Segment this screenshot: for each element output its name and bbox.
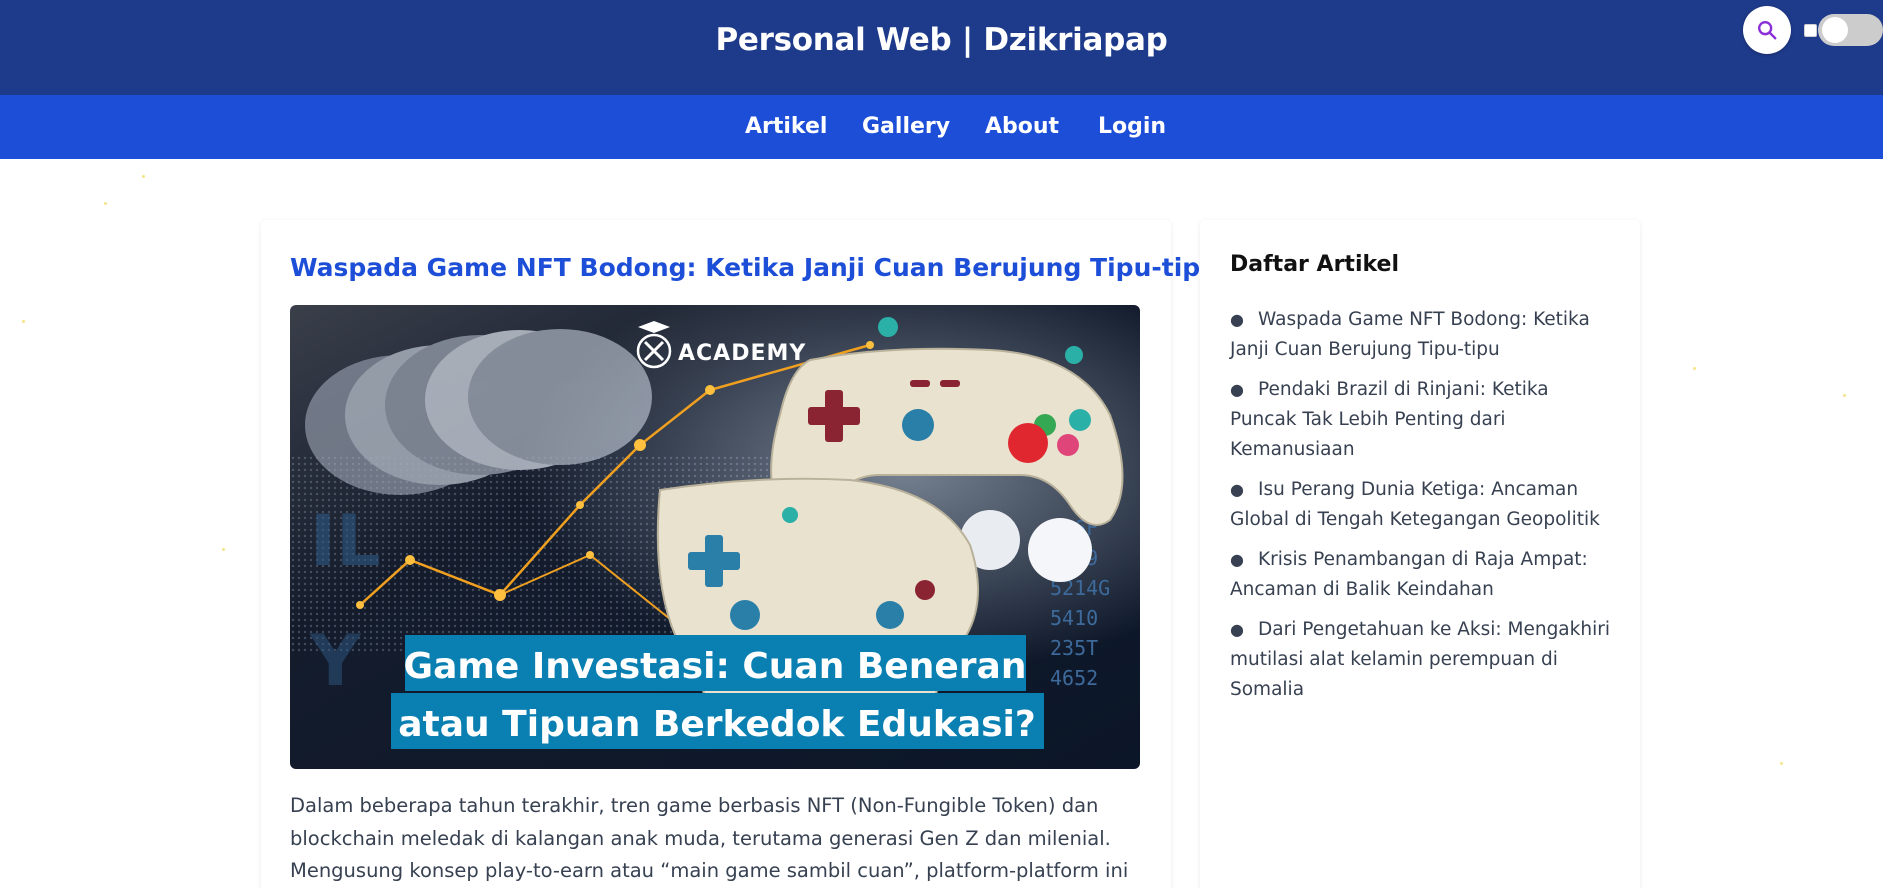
svg-text:IL: IL xyxy=(310,500,381,582)
list-item: ● Waspada Game NFT Bodong: Ketika Janji C… xyxy=(1230,305,1610,365)
article-link[interactable]: Dari Pengetahuan ke Aksi: Mengakhiri mut… xyxy=(1230,619,1610,700)
nav-item-gallery[interactable]: Gallery xyxy=(862,114,950,139)
article-link[interactable]: Krisis Penambangan di Raja Ampat: Ancama… xyxy=(1230,549,1588,600)
toggle-knob xyxy=(1822,17,1848,43)
site-title: Personal Web | Dzikriapap xyxy=(715,22,1168,58)
search-icon xyxy=(1758,21,1777,40)
nav-item-artikel[interactable]: Artikel xyxy=(745,114,827,139)
article-link[interactable]: Isu Perang Dunia Ketiga: Ancaman Global … xyxy=(1230,479,1600,530)
image-caption-line1: Game Investasi: Cuan Beneran xyxy=(404,646,1027,687)
dark-mode-checkbox[interactable] xyxy=(1804,24,1817,37)
article-link[interactable]: Pendaki Brazil di Rinjani: Ketika Puncak… xyxy=(1230,379,1549,460)
list-item: ● Pendaki Brazil di Rinjani: Ketika Punca… xyxy=(1230,375,1610,465)
sparkle-decoration xyxy=(1843,394,1846,397)
svg-text:4652: 4652 xyxy=(1050,666,1098,690)
bullet-icon: ● xyxy=(1230,550,1244,569)
image-caption-line2: atau Tipuan Berkedok Edukasi? xyxy=(398,704,1036,745)
svg-text:5410: 5410 xyxy=(1050,606,1098,630)
sparkle-decoration xyxy=(142,175,145,178)
sparkle-decoration xyxy=(222,548,225,551)
sparkle-decoration xyxy=(1780,762,1783,765)
article-title[interactable]: Waspada Game NFT Bodong: Ketika Janji Cu… xyxy=(290,253,1218,282)
nav-item-login[interactable]: Login xyxy=(1098,114,1166,139)
article-hero-image: 236F 4519 5214G 5410 235T 4652 IL Y xyxy=(290,305,1140,769)
sparkle-decoration xyxy=(22,320,25,323)
main-nav: Artikel Gallery About Login xyxy=(0,95,1883,159)
list-item: ● Krisis Penambangan di Raja Ampat: Ancam… xyxy=(1230,545,1610,605)
list-item: ● Isu Perang Dunia Ketiga: Ancaman Global… xyxy=(1230,475,1610,535)
article-body: Dalam beberapa tahun terakhir, tren game… xyxy=(290,794,1129,882)
bullet-icon: ● xyxy=(1230,620,1244,639)
site-header: Personal Web | Dzikriapap xyxy=(0,0,1883,95)
sparkle-decoration xyxy=(104,202,107,205)
sidebar-title: Daftar Artikel xyxy=(1230,252,1399,277)
academy-logo-text: ACADEMY xyxy=(678,341,806,366)
article-link[interactable]: Waspada Game NFT Bodong: Ketika Janji Cu… xyxy=(1230,309,1590,360)
list-item: ● Dari Pengetahuan ke Aksi: Mengakhiri mu… xyxy=(1230,615,1610,705)
sidebar-card: Daftar Artikel ● Waspada Game NFT Bodong:… xyxy=(1200,220,1640,888)
bullet-icon: ● xyxy=(1230,380,1244,399)
dark-mode-toggle[interactable] xyxy=(1818,14,1883,46)
bullet-icon: ● xyxy=(1230,480,1244,499)
bullet-icon: ● xyxy=(1230,310,1244,329)
svg-text:235T: 235T xyxy=(1050,636,1098,660)
nav-item-about[interactable]: About xyxy=(985,114,1059,139)
search-button[interactable] xyxy=(1743,6,1791,54)
svg-text:Y: Y xyxy=(309,620,362,702)
article-card: Waspada Game NFT Bodong: Ketika Janji Cu… xyxy=(261,220,1218,888)
article-list: ● Waspada Game NFT Bodong: Ketika Janji C… xyxy=(1230,305,1610,715)
sparkle-decoration xyxy=(1693,367,1696,370)
